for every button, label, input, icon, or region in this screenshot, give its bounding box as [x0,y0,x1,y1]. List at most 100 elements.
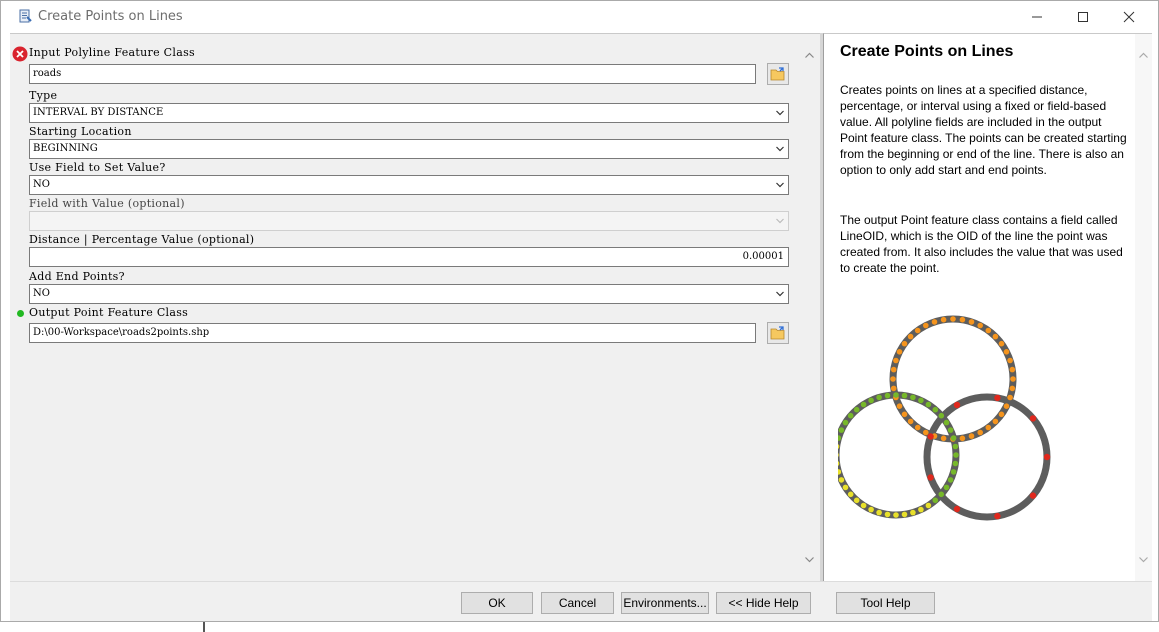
ring-top-point [998,411,1005,418]
ring-top-point [985,424,992,431]
ring-left-point [950,435,957,441]
ring-right-point [994,512,1001,520]
ring-left-point [868,397,874,404]
output-feature-class-field[interactable]: D:\00-Workspace\roads2points.shp [29,323,756,343]
dialog-button-bar: OK Cancel Environments... << Hide Help T… [10,581,1152,621]
tool-dialog: Create Points on Lines Input Polyline Fe… [0,0,1159,622]
ring-left-point [838,427,845,433]
ring-top-point [1009,366,1016,373]
ring-right-point [1029,415,1037,422]
minimize-button[interactable] [1014,1,1060,32]
ring-left-point [901,392,908,399]
valid-dot-icon [17,310,24,317]
ring-top-point [959,316,966,323]
ring-top-point [914,327,921,334]
ring-top-point [992,333,999,340]
ring-right-point [953,505,961,513]
distance-label: Distance | Percentage Value (optional) [29,233,255,246]
input-browse-button[interactable] [767,63,789,85]
ring-right-point [1043,453,1051,461]
ring-left-point [853,406,860,413]
ring-left-point [847,491,854,498]
ring-top-point [893,357,899,364]
ring-left-point [925,502,932,509]
type-label: Type [29,89,58,102]
ring-left-point [938,412,945,419]
ring-top-point [940,316,947,323]
chevron-down-icon [776,218,784,224]
hide-help-button[interactable]: << Hide Help [716,592,811,614]
close-icon [1123,11,1135,22]
minimize-icon [1032,16,1042,17]
starting-location-select[interactable]: BEGINNING [29,139,789,159]
add-end-points-value: NO [33,288,50,299]
folder-browse-icon [770,67,785,81]
ring-left-point [876,394,882,401]
parameters-pane: Input Polyline Feature Class roads Type … [10,33,820,582]
ring-top-point [1003,349,1010,355]
ring-left-point [952,443,959,450]
ring-left-point [952,460,959,467]
ring-left-point [938,491,945,498]
ring-left-point [893,392,899,398]
output-feature-class-label: Output Point Feature Class [29,306,189,319]
ring-left-point [860,401,867,408]
chevron-down-icon [776,146,784,152]
ring-left-point [842,484,849,491]
parameters-scrollbar[interactable] [801,34,818,582]
use-field-label: Use Field to Set Value? [29,161,166,174]
scroll-up-icon[interactable] [1138,50,1149,61]
ring-top-point [959,435,966,442]
field-with-value-select [29,211,789,231]
use-field-value: NO [33,179,50,190]
scroll-down-icon[interactable] [1138,554,1149,565]
ring-top-point [968,319,975,325]
ring-top-point [992,418,999,425]
use-field-select[interactable]: NO [29,175,789,195]
distance-input[interactable]: 0.00001 [29,247,789,267]
input-feature-class-label: Input Polyline Feature Class [29,46,195,59]
ring-top-point [896,349,903,355]
input-feature-class-field[interactable]: roads [29,64,756,84]
ring-top-point [923,322,929,329]
ring-top-point [907,333,914,340]
ring-right-point [994,394,1001,402]
scroll-up-icon[interactable] [804,50,815,61]
ring-left-point [884,392,891,399]
ring-top-point [1007,357,1013,364]
ring-left-point [950,469,957,475]
ring-left-point [918,506,924,513]
environments-button[interactable]: Environments... [621,592,709,614]
scroll-down-icon[interactable] [804,554,815,565]
ring-top-point [896,403,903,409]
ring-top-point [901,340,908,347]
ring-left-point [876,509,882,516]
add-end-points-label: Add End Points? [29,270,125,283]
cancel-button[interactable]: Cancel [541,592,614,614]
help-scrollbar[interactable] [1135,34,1152,582]
ring-left-point [910,394,916,401]
field-with-value-label: Field with Value (optional) [29,197,185,210]
add-end-points-select[interactable]: NO [29,284,789,304]
ring-top-point [940,435,947,442]
starting-location-label: Starting Location [29,125,132,138]
ring-right [923,393,1051,521]
title-bar[interactable]: Create Points on Lines [1,1,1158,32]
close-button[interactable] [1106,1,1152,32]
ring-left-point [884,511,891,518]
maximize-button[interactable] [1060,1,1106,32]
ring-top-point [890,385,897,392]
ring-top-point [914,424,921,431]
ring-left-point [910,509,916,516]
ring-right-point [953,401,961,409]
type-select[interactable]: INTERVAL BY DISTANCE [29,103,789,123]
ring-left-point [853,497,860,504]
ring-left-point [847,412,854,419]
ring-top-point [890,376,896,382]
tool-help-button[interactable]: Tool Help [836,592,935,614]
maximize-icon [1078,11,1088,22]
ok-button[interactable]: OK [461,592,533,614]
ring-top-point [1010,376,1016,382]
output-browse-button[interactable] [767,322,789,344]
ring-left-point [932,406,939,413]
